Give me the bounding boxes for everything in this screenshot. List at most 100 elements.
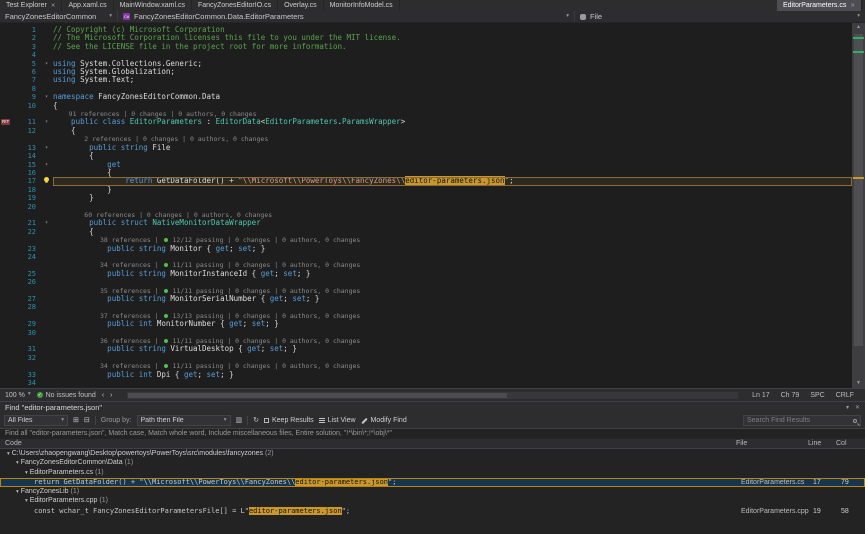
type-dropdown[interactable]: C# FancyZonesEditorCommon.Data.EditorPar…	[118, 11, 575, 22]
code-line[interactable]: 21▾ public struct NativeMonitorDataWrapp…	[0, 219, 852, 227]
breakpoint-margin[interactable]	[0, 76, 16, 84]
code-line[interactable]: 34	[0, 379, 852, 387]
scrollbar-track[interactable]	[852, 32, 865, 379]
fold-chevron-icon[interactable]: ▾	[40, 118, 53, 126]
column-col[interactable]: Col	[836, 440, 860, 447]
prev-issue-icon[interactable]: ‹	[102, 392, 104, 399]
column-line[interactable]: Line	[808, 440, 836, 447]
code-line[interactable]: 29 public int MonitorNumber { get; set; …	[0, 320, 852, 328]
breakpoint-margin[interactable]	[0, 152, 16, 160]
code-line[interactable]: 32	[0, 354, 852, 362]
scroll-up-icon[interactable]: ▲	[852, 23, 865, 32]
code-line[interactable]: 3// See the LICENSE file in the project …	[0, 43, 852, 51]
breakpoint-margin[interactable]	[0, 337, 16, 345]
breakpoint-margin[interactable]	[0, 303, 16, 311]
breakpoint-margin[interactable]	[0, 85, 16, 93]
close-icon[interactable]: ✕	[855, 404, 860, 411]
code-line[interactable]: 18 }	[0, 186, 852, 194]
find-panel-title-bar[interactable]: Find "editor-parameters.json" ▾ ✕	[0, 402, 865, 413]
member-dropdown[interactable]: File ▾	[575, 11, 865, 22]
breakpoint-margin[interactable]	[0, 203, 16, 211]
code-line[interactable]: 17 return GetDataFolder() + "\\Microsoft…	[0, 177, 852, 185]
modify-find-button[interactable]: Modify Find	[361, 417, 407, 424]
eol-indicator[interactable]: CRLF	[836, 392, 854, 399]
tab-fancyzoneseditorio-cs[interactable]: FancyZonesEditorIO.cs	[192, 0, 278, 11]
tab-monitorinfomodel-cs[interactable]: MonitorInfoModel.cs	[324, 0, 400, 11]
breakpoint-margin[interactable]	[0, 60, 16, 68]
breakpoint-margin[interactable]	[0, 110, 16, 118]
keep-results-button[interactable]: Keep Results	[264, 417, 314, 424]
breakpoint-margin[interactable]	[0, 51, 16, 59]
code-line[interactable]: 27 public string MonitorSerialNumber { g…	[0, 295, 852, 303]
breakpoint-margin[interactable]	[0, 169, 16, 177]
code-line[interactable]: 26	[0, 278, 852, 286]
next-issue-icon[interactable]: ›	[110, 392, 112, 399]
breakpoint-margin[interactable]	[0, 371, 16, 379]
code-line[interactable]: 13▾ public string File	[0, 144, 852, 152]
breakpoint-margin[interactable]	[0, 177, 16, 185]
breakpoint-margin[interactable]	[0, 211, 16, 219]
breakpoint-margin[interactable]	[0, 43, 16, 51]
code-line[interactable]: 7using System.Text;	[0, 76, 852, 84]
window-position-icon[interactable]: ▾	[846, 404, 849, 411]
breakpoint-margin[interactable]	[0, 261, 16, 269]
breakpoint-margin[interactable]: RIT	[0, 118, 16, 126]
close-icon[interactable]: ✕	[850, 3, 855, 9]
code-line[interactable]: 22 {	[0, 228, 852, 236]
code-line[interactable]: 10{	[0, 102, 852, 110]
document-health-indicator[interactable]: ✓ No issues found	[37, 392, 96, 399]
code-line[interactable]: RIT11▾ public class EditorParameters : E…	[0, 118, 852, 126]
breakpoint-margin[interactable]	[0, 253, 16, 261]
code-line[interactable]: 30	[0, 329, 852, 337]
breakpoint-margin[interactable]	[0, 312, 16, 320]
result-group-row[interactable]: ▾ EditorParameters.cpp (1)	[0, 497, 865, 507]
line-indicator[interactable]: Ln 17	[752, 392, 770, 399]
breakpoint-margin[interactable]	[0, 245, 16, 253]
scroll-down-icon[interactable]: ▼	[852, 379, 865, 388]
tab-test-explorer[interactable]: Test Explorer✕	[0, 0, 62, 11]
result-group-row[interactable]: ▾ EditorParameters.cs (1)	[0, 468, 865, 478]
horizontal-scrollbar-thumb[interactable]	[128, 393, 507, 398]
breakpoint-margin[interactable]	[0, 345, 16, 353]
column-code[interactable]: Code	[5, 440, 736, 447]
fold-chevron-icon[interactable]: ▾	[40, 60, 53, 68]
project-dropdown[interactable]: FancyZonesEditorCommon ▾	[0, 11, 118, 22]
breakpoint-margin[interactable]	[0, 295, 16, 303]
horizontal-scrollbar[interactable]	[127, 392, 739, 399]
breakpoint-margin[interactable]	[0, 219, 16, 227]
breakpoint-margin[interactable]	[0, 144, 16, 152]
code-line[interactable]: 9▾namespace FancyZonesEditorCommon.Data	[0, 93, 852, 101]
breakpoint-margin[interactable]	[0, 127, 16, 135]
breakpoint-margin[interactable]	[0, 379, 16, 387]
code-line[interactable]: 19 }	[0, 194, 852, 202]
zoom-control[interactable]: 100 % ▾	[5, 392, 31, 399]
code-editor[interactable]: 1// Copyright (c) Microsoft Corporation2…	[0, 23, 852, 388]
column-file[interactable]: File	[736, 440, 808, 447]
group-by-dropdown[interactable]: Path then File ▾	[137, 415, 231, 426]
code-line[interactable]: 23 public string Monitor { get; set; }	[0, 245, 852, 253]
spaces-indicator[interactable]: SPC	[810, 392, 824, 399]
breakpoint-margin[interactable]	[0, 68, 16, 76]
breakpoint-margin[interactable]	[0, 93, 16, 101]
refresh-icon[interactable]: ↻	[253, 417, 259, 424]
breakpoint-margin[interactable]	[0, 161, 16, 169]
code-line[interactable]: 31 public string VirtualDesktop { get; s…	[0, 345, 852, 353]
lightbulb-icon[interactable]	[44, 177, 49, 182]
code-line[interactable]: 20	[0, 203, 852, 211]
breakpoint-margin[interactable]	[0, 186, 16, 194]
code-line[interactable]: 25 public string MonitorInstanceId { get…	[0, 270, 852, 278]
close-icon[interactable]: ✕	[51, 3, 56, 9]
breakpoint-margin[interactable]	[0, 135, 16, 143]
breakpoint-margin[interactable]	[0, 329, 16, 337]
search-find-results-input[interactable]: Search Find Results	[743, 415, 861, 426]
tab-overlay-cs[interactable]: Overlay.cs	[278, 0, 324, 11]
breakpoint-margin[interactable]	[0, 354, 16, 362]
code-line[interactable]: 15▾ get	[0, 161, 852, 169]
fold-chevron-icon[interactable]: ▾	[40, 219, 53, 227]
code-line[interactable]: 33 public int Dpi { get; set; }	[0, 371, 852, 379]
breakpoint-margin[interactable]	[0, 34, 16, 42]
fold-chevron-icon[interactable]: ▾	[40, 144, 53, 152]
breakpoint-margin[interactable]	[0, 320, 16, 328]
breakpoint-margin[interactable]	[0, 26, 16, 34]
editor-vertical-scrollbar[interactable]: ▲ ▼	[852, 23, 865, 388]
